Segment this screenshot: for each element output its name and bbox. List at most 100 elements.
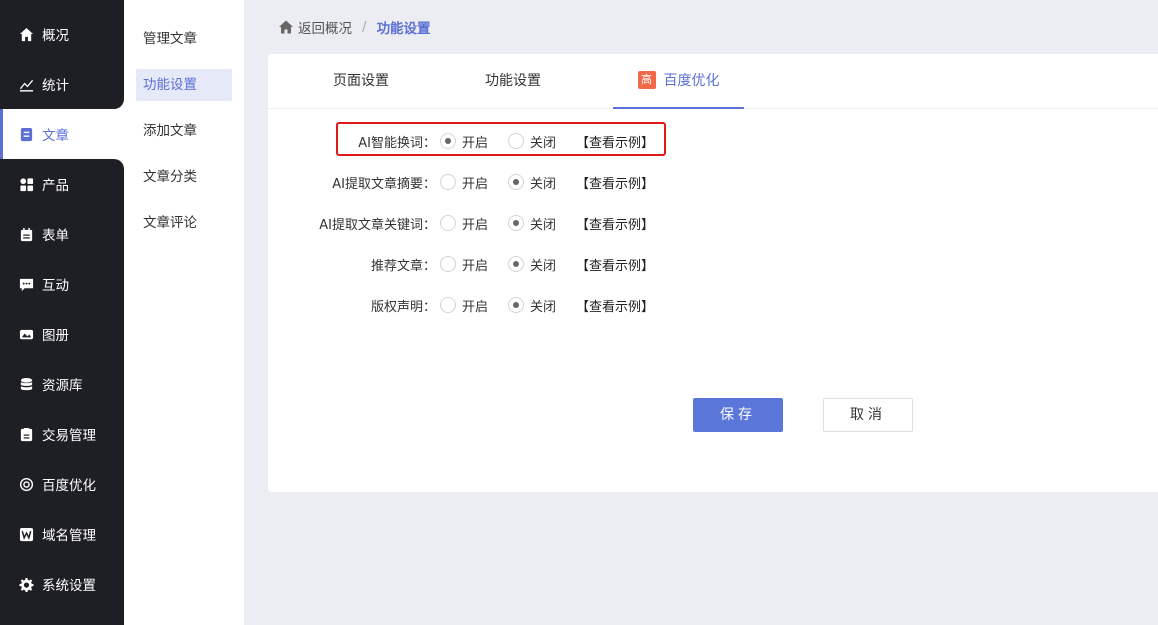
radio-label: 开启 bbox=[462, 299, 489, 315]
radio-on-option[interactable]: 开启 bbox=[440, 255, 488, 274]
radio-on-option[interactable]: 开启 bbox=[440, 173, 488, 192]
sidebar-item-baidu-seo[interactable]: 百度优化 bbox=[0, 459, 124, 509]
breadcrumb-back-label: 返回概况 bbox=[298, 21, 352, 37]
setting-label: 推荐文章： bbox=[370, 258, 436, 274]
article-submenu: 管理文章 功能设置 添加文章 文章分类 文章评论 bbox=[124, 0, 244, 625]
sidebar-item-article[interactable]: 文章 bbox=[0, 109, 124, 159]
sidebar-item-transactions[interactable]: 交易管理 bbox=[0, 409, 124, 459]
radio-off-option[interactable]: 关闭 bbox=[508, 173, 556, 192]
chat-icon bbox=[18, 276, 34, 292]
setting-row: AI智能换词： 开启 关闭 【查看示例】 bbox=[268, 129, 968, 153]
sidebar-item-stats[interactable]: 统计 bbox=[0, 59, 124, 109]
sidebar-item-label: 统计 bbox=[42, 78, 69, 94]
radio-label: 关闭 bbox=[530, 217, 557, 233]
sidebar-item-label: 资源库 bbox=[42, 378, 83, 394]
gear-icon bbox=[18, 576, 34, 592]
setting-row: AI提取文章摘要： 开启 关闭 【查看示例】 bbox=[268, 170, 968, 194]
breadcrumb-current: 功能设置 bbox=[376, 21, 431, 37]
sidebar-item-label: 文章 bbox=[42, 128, 69, 144]
tab-feature-settings[interactable]: 功能设置 bbox=[466, 54, 560, 109]
radio-label: 关闭 bbox=[530, 176, 557, 192]
article-icon bbox=[18, 126, 34, 142]
database-icon bbox=[18, 376, 34, 392]
tab-baidu-seo[interactable]: 高百度优化 bbox=[613, 54, 744, 109]
settings-card: 页面设置 功能设置 高百度优化 AI智能换词： 开启 关闭 【查看示例】 AI提取文章摘… bbox=[268, 54, 1158, 492]
radio-button[interactable] bbox=[508, 174, 525, 190]
calendar-icon bbox=[18, 226, 34, 242]
tab-label: 百度优化 bbox=[663, 73, 720, 89]
view-example-link[interactable]: 【查看示例】 bbox=[576, 214, 654, 233]
cancel-button[interactable]: 取消 bbox=[823, 398, 913, 432]
target-icon bbox=[18, 476, 34, 492]
radio-label: 关闭 bbox=[530, 299, 557, 315]
radio-button[interactable] bbox=[440, 174, 456, 190]
submenu-item-article-categories[interactable]: 文章分类 bbox=[136, 161, 232, 193]
radio-off-option[interactable]: 关闭 bbox=[508, 255, 556, 274]
sidebar-item-label: 百度优化 bbox=[42, 478, 96, 494]
sidebar-item-interaction[interactable]: 互动 bbox=[0, 259, 124, 309]
radio-button[interactable] bbox=[440, 297, 456, 313]
breadcrumb-back-link[interactable]: 返回概况 bbox=[278, 17, 352, 37]
setting-label: 版权声明： bbox=[370, 299, 436, 315]
setting-label: AI提取文章关键词： bbox=[319, 217, 436, 233]
grid-icon bbox=[18, 176, 34, 192]
sidebar-item-domain[interactable]: 域名管理 bbox=[0, 509, 124, 559]
radio-on-option[interactable]: 开启 bbox=[440, 296, 488, 315]
tab-page-settings[interactable]: 页面设置 bbox=[314, 54, 408, 109]
radio-on-option[interactable]: 开启 bbox=[440, 214, 488, 233]
setting-row: 推荐文章： 开启 关闭 【查看示例】 bbox=[268, 252, 968, 276]
radio-button[interactable] bbox=[508, 215, 525, 231]
radio-button[interactable] bbox=[508, 133, 525, 149]
sidebar-item-form[interactable]: 表单 bbox=[0, 209, 124, 259]
view-example-link[interactable]: 【查看示例】 bbox=[576, 132, 654, 151]
sidebar-item-label: 互动 bbox=[42, 278, 69, 294]
view-example-link[interactable]: 【查看示例】 bbox=[576, 296, 654, 315]
submenu-item-feature-settings[interactable]: 功能设置 bbox=[136, 69, 232, 101]
sidebar-item-label: 概况 bbox=[42, 28, 69, 44]
radio-off-option[interactable]: 关闭 bbox=[508, 296, 556, 315]
radio-label: 开启 bbox=[462, 135, 489, 151]
view-example-link[interactable]: 【查看示例】 bbox=[576, 255, 654, 274]
sidebar-item-label: 系统设置 bbox=[42, 578, 96, 594]
submenu-item-manage-articles[interactable]: 管理文章 bbox=[136, 23, 232, 55]
radio-button[interactable] bbox=[508, 297, 525, 313]
sidebar-item-label: 图册 bbox=[42, 328, 69, 344]
clipboard-icon bbox=[18, 426, 34, 442]
w-icon bbox=[18, 526, 34, 542]
sidebar-item-resources[interactable]: 资源库 bbox=[0, 359, 124, 409]
radio-label: 开启 bbox=[462, 217, 489, 233]
radio-on-option[interactable]: 开启 bbox=[440, 132, 488, 151]
radio-button[interactable] bbox=[440, 133, 456, 149]
high-badge: 高 bbox=[637, 71, 656, 89]
setting-row: AI提取文章关键词： 开启 关闭 【查看示例】 bbox=[268, 211, 968, 235]
setting-row: 版权声明： 开启 关闭 【查看示例】 bbox=[268, 293, 968, 317]
radio-label: 关闭 bbox=[530, 135, 557, 151]
breadcrumb-separator: / bbox=[362, 19, 367, 35]
radio-button[interactable] bbox=[508, 256, 525, 272]
submenu-item-add-article[interactable]: 添加文章 bbox=[136, 115, 232, 147]
view-example-link[interactable]: 【查看示例】 bbox=[576, 173, 654, 192]
radio-off-option[interactable]: 关闭 bbox=[508, 132, 556, 151]
setting-label: AI智能换词： bbox=[358, 135, 436, 151]
sidebar-item-album[interactable]: 图册 bbox=[0, 309, 124, 359]
sidebar-item-label: 表单 bbox=[42, 228, 69, 244]
sidebar-item-product[interactable]: 产品 bbox=[0, 159, 124, 209]
tab-label: 功能设置 bbox=[485, 73, 541, 89]
radio-label: 开启 bbox=[462, 258, 489, 274]
radio-button[interactable] bbox=[440, 215, 456, 231]
sidebar-item-label: 域名管理 bbox=[42, 528, 96, 544]
main-sidebar: 概况 统计 文章 产品 表单 互动 图册 资源库 交易管理 百度优化 域名管理 bbox=[0, 0, 124, 625]
radio-label: 关闭 bbox=[530, 258, 557, 274]
save-button[interactable]: 保存 bbox=[693, 398, 783, 432]
tab-label: 页面设置 bbox=[333, 73, 389, 89]
sidebar-item-settings[interactable]: 系统设置 bbox=[0, 559, 124, 609]
setting-label: AI提取文章摘要： bbox=[332, 176, 436, 192]
sidebar-item-overview[interactable]: 概况 bbox=[0, 9, 124, 59]
home-icon bbox=[18, 26, 34, 42]
sidebar-item-label: 交易管理 bbox=[42, 428, 96, 444]
sidebar-item-label: 产品 bbox=[42, 178, 69, 194]
submenu-item-article-comments[interactable]: 文章评论 bbox=[136, 207, 232, 239]
radio-off-option[interactable]: 关闭 bbox=[508, 214, 556, 233]
radio-button[interactable] bbox=[440, 256, 456, 272]
home-icon bbox=[278, 19, 298, 35]
